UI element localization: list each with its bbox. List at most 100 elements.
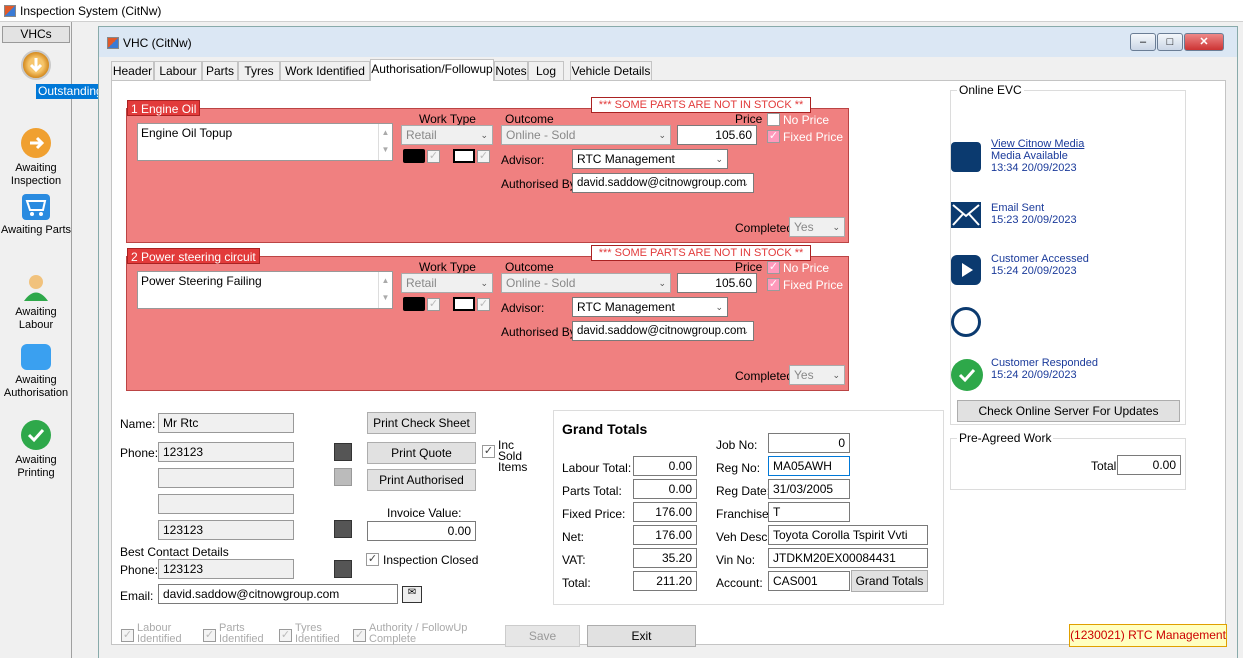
work-type-select[interactable]: Retail ⌄: [401, 125, 493, 145]
grand-totals-button[interactable]: Grand Totals: [851, 570, 928, 592]
stock-warning: *** SOME PARTS ARE NOT IN STOCK **: [591, 97, 811, 113]
name-field[interactable]: Mr Rtc: [158, 413, 294, 433]
tab-header[interactable]: Header: [111, 61, 154, 81]
authorised-by-select[interactable]: david.saddow@citnowgroup.com ⌄: [572, 321, 754, 341]
tab-log[interactable]: Log: [528, 61, 564, 81]
franchise-label: Franchise:: [716, 507, 773, 521]
veh-desc-field[interactable]: Toyota Corolla Tspirit Vvti: [768, 525, 928, 545]
reg-date-field[interactable]: 31/03/2005: [768, 479, 850, 499]
labour-total-field[interactable]: 0.00: [633, 456, 697, 476]
maximize-button[interactable]: □: [1157, 33, 1183, 51]
no-price-checkbox[interactable]: [767, 113, 780, 126]
outcome-select[interactable]: Online - Sold ⌄: [501, 125, 671, 145]
speaker-icon[interactable]: [334, 468, 352, 486]
phone-field-2[interactable]: [158, 468, 294, 488]
check-online-server-button[interactable]: Check Online Server For Updates: [957, 400, 1180, 422]
price-input[interactable]: 105.60: [677, 125, 757, 145]
parts-total-label: Parts Total:: [562, 484, 622, 498]
tab-labour[interactable]: Labour: [154, 61, 202, 81]
sidebar-item-awaiting-labour[interactable]: Awaiting Labour: [0, 272, 72, 332]
view-citnow-media-link[interactable]: View Citnow Media: [991, 138, 1161, 150]
email-field[interactable]: david.saddow@citnowgroup.com: [158, 584, 398, 604]
speaker-icon[interactable]: [334, 443, 352, 461]
print-quote-button[interactable]: Print Quote: [367, 442, 476, 464]
tab-vehicle-details[interactable]: Vehicle Details: [570, 61, 652, 81]
vat-field[interactable]: 35.20: [633, 548, 697, 568]
authority-complete-checkbox[interactable]: ✓: [353, 629, 366, 642]
fixed-price-checkbox[interactable]: ✓: [767, 278, 780, 291]
email-send-icon[interactable]: ✉: [402, 586, 422, 603]
check-circle-icon: [951, 359, 983, 391]
description-field[interactable]: Engine Oil Topup ▲ ▼: [137, 123, 393, 161]
completed-select[interactable]: Yes ⌄: [789, 217, 845, 237]
invoice-value-field[interactable]: 0.00: [367, 521, 476, 541]
total-field[interactable]: 211.20: [633, 571, 697, 591]
download-arrow-icon: [21, 50, 51, 80]
advisor-select[interactable]: RTC Management ⌄: [572, 149, 728, 169]
tab-work-identified[interactable]: Work Identified: [280, 61, 370, 81]
work-type-select[interactable]: Retail ⌄: [401, 273, 493, 293]
best-phone-field[interactable]: 123123: [158, 559, 294, 579]
phone-field[interactable]: 123123: [158, 442, 294, 462]
tab-parts[interactable]: Parts: [202, 61, 238, 81]
fixed-price-checkbox[interactable]: ✓: [767, 130, 780, 143]
account-field[interactable]: CAS001: [768, 571, 850, 591]
speaker-icon[interactable]: [334, 520, 352, 538]
phone-field-3[interactable]: [158, 494, 294, 514]
outcome-select[interactable]: Online - Sold ⌄: [501, 273, 671, 293]
net-label: Net:: [562, 530, 585, 544]
job-no-field[interactable]: 0: [768, 433, 850, 453]
sidebar-item-awaiting-printing[interactable]: Awaiting Printing: [0, 420, 72, 480]
envelope-icon[interactable]: [453, 297, 475, 311]
camera-icon[interactable]: [403, 149, 425, 163]
user-status-badge: (1230021) RTC Management: [1069, 624, 1227, 647]
tyres-identified-checkbox[interactable]: ✓: [279, 629, 292, 642]
completed-select[interactable]: Yes ⌄: [789, 365, 845, 385]
authorised-by-select[interactable]: david.saddow@citnowgroup.com ⌄: [572, 173, 754, 193]
sidebar-header[interactable]: VHCs: [2, 26, 70, 43]
camera-checkbox[interactable]: ✓: [427, 298, 440, 311]
save-button[interactable]: Save: [505, 625, 580, 647]
tab-tyres[interactable]: Tyres: [238, 61, 280, 81]
close-button[interactable]: ✕: [1184, 33, 1224, 51]
email-checkbox[interactable]: ✓: [477, 298, 490, 311]
chat-icon: [951, 307, 981, 337]
net-field[interactable]: 176.00: [633, 525, 697, 545]
sidebar-item-awaiting-parts[interactable]: Awaiting Parts: [0, 194, 72, 237]
tab-notes[interactable]: Notes: [494, 61, 528, 81]
print-authorised-button[interactable]: Print Authorised: [367, 469, 476, 491]
no-price-checkbox[interactable]: ✓: [767, 261, 780, 274]
minimize-button[interactable]: –: [1130, 33, 1156, 51]
check-icon: [21, 420, 51, 450]
media-phone-icon: [951, 142, 981, 172]
price-input[interactable]: 105.60: [677, 273, 757, 293]
camera-checkbox[interactable]: ✓: [427, 150, 440, 163]
advisor-select[interactable]: RTC Management ⌄: [572, 297, 728, 317]
job-no-label: Job No:: [716, 438, 758, 452]
inc-sold-items-checkbox[interactable]: ✓: [482, 445, 495, 458]
exit-button[interactable]: Exit: [587, 625, 696, 647]
sidebar-item-awaiting-inspection[interactable]: Awaiting Inspection: [0, 128, 72, 188]
completed-label: Completed:: [735, 221, 797, 235]
parts-identified-checkbox[interactable]: ✓: [203, 629, 216, 642]
labour-identified-checkbox[interactable]: ✓: [121, 629, 134, 642]
franchise-field[interactable]: T: [768, 502, 850, 522]
speaker-icon[interactable]: [334, 560, 352, 578]
phone-field-4[interactable]: 123123: [158, 520, 294, 540]
pre-agreed-total-field[interactable]: 0.00: [1117, 455, 1181, 475]
sidebar-item-outstanding[interactable]: Outstanding: [0, 50, 105, 99]
authority-complete-label: Authority / FollowUp Complete: [369, 622, 468, 645]
account-label: Account:: [716, 576, 763, 590]
tab-authorisation-followup[interactable]: Authorisation/Followup: [370, 59, 494, 81]
print-check-sheet-button[interactable]: Print Check Sheet: [367, 412, 476, 434]
inspection-closed-checkbox[interactable]: ✓: [366, 553, 379, 566]
reg-no-field[interactable]: MA05AWH: [768, 456, 850, 476]
envelope-icon[interactable]: [453, 149, 475, 163]
parts-total-field[interactable]: 0.00: [633, 479, 697, 499]
vin-no-field[interactable]: JTDKM20EX00084431: [768, 548, 928, 568]
email-checkbox[interactable]: ✓: [477, 150, 490, 163]
sidebar-item-awaiting-authorisation[interactable]: Awaiting Authorisation: [0, 344, 72, 400]
camera-icon[interactable]: [403, 297, 425, 311]
description-field[interactable]: Power Steering Failing ▲ ▼: [137, 271, 393, 309]
fixed-price-total-field[interactable]: 176.00: [633, 502, 697, 522]
